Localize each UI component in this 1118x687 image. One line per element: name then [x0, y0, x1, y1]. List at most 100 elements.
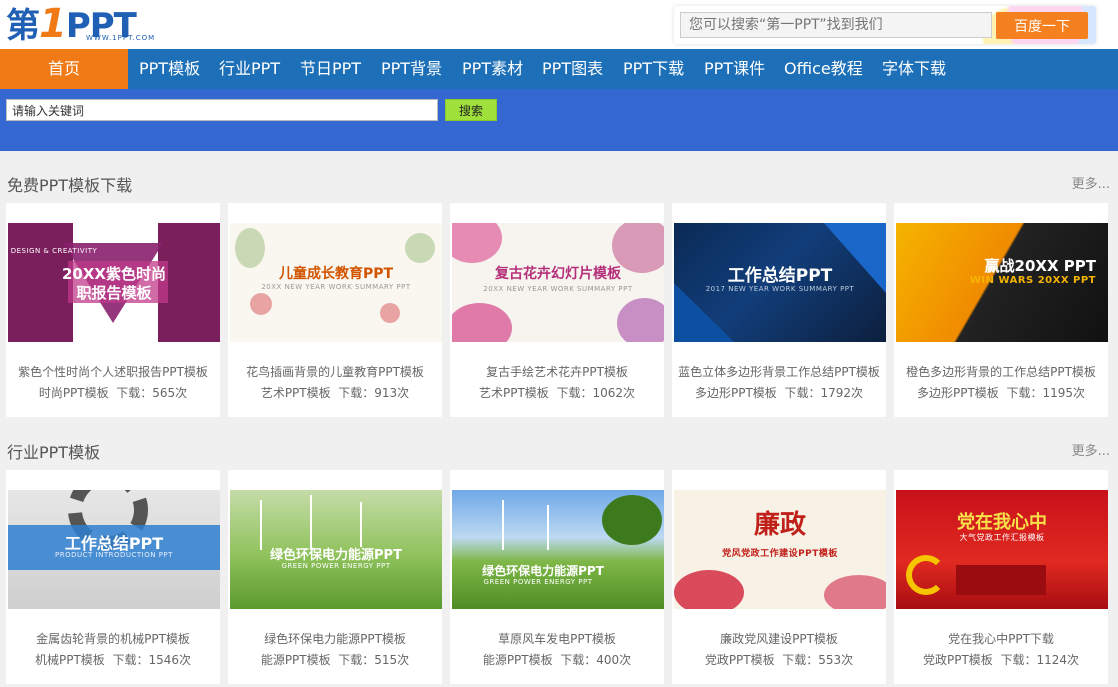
template-card[interactable]: 绿色环保电力能源PPT GREEN POWER ENERGY PPT 草原风车发… [450, 470, 664, 684]
thumb-title: 绿色环保电力能源PPT [482, 564, 604, 578]
card-title[interactable]: 金属齿轮背景的机械PPT模板 [6, 630, 220, 647]
keyword-search-button[interactable]: 搜索 [445, 99, 497, 121]
template-card[interactable]: 儿童成长教育PPT 20XX NEW YEAR WORK SUMMARY PPT… [228, 203, 442, 417]
main-nav: 首页 PPT模板 行业PPT 节日PPT PPT背景 PPT素材 PPT图表 P… [0, 49, 1118, 89]
card-title[interactable]: 党在我心中PPT下载 [894, 630, 1108, 647]
nav-item-font-download[interactable]: 字体下载 [882, 49, 946, 89]
template-card[interactable]: 党在我心中 大气党政工作汇报模板 党在我心中PPT下载 党政PPT模板 下载：1… [894, 470, 1108, 684]
template-card[interactable]: 廉政 党风党政工作建设PPT模板 廉政党风建设PPT模板 党政PPT模板 下载：… [672, 470, 886, 684]
keyword-input[interactable] [6, 99, 438, 121]
template-thumbnail[interactable]: DESIGN & CREATIVITY 20XX紫色时尚 职报告模板 [8, 223, 220, 342]
download-label: 下载： [338, 386, 375, 400]
card-category[interactable]: 能源PPT模板 [261, 653, 331, 667]
card-meta: 艺术PPT模板 下载：1062次 [450, 384, 664, 401]
section-title-industry-templates: 行业PPT模板 [7, 443, 101, 462]
card-category[interactable]: 党政PPT模板 [705, 653, 775, 667]
card-meta: 艺术PPT模板 下载：913次 [228, 384, 442, 401]
thumb-title: 绿色环保电力能源PPT [270, 548, 402, 563]
template-thumbnail[interactable]: 工作总结PPT PRODUCT INTRODUCTION PPT [8, 490, 220, 609]
thumb-caption: 20XX NEW YEAR WORK SUMMARY PPT [261, 283, 411, 291]
nav-item-ppt-download[interactable]: PPT下载 [623, 49, 684, 89]
card-title[interactable]: 花鸟插画背景的儿童教育PPT模板 [228, 363, 442, 380]
template-thumbnail[interactable]: 党在我心中 大气党政工作汇报模板 [896, 490, 1108, 609]
nav-item-office-tutorials[interactable]: Office教程 [784, 49, 863, 89]
card-category[interactable]: 时尚PPT模板 [39, 386, 109, 400]
nav-item-ppt-templates[interactable]: PPT模板 [139, 49, 200, 89]
template-thumbnail[interactable]: 儿童成长教育PPT 20XX NEW YEAR WORK SUMMARY PPT [230, 223, 442, 342]
download-count: 1062次 [592, 386, 635, 400]
template-thumbnail[interactable]: 廉政 党风党政工作建设PPT模板 [674, 490, 886, 609]
card-meta: 能源PPT模板 下载：400次 [450, 651, 664, 668]
download-count: 913次 [374, 386, 410, 400]
nav-item-ppt-courseware[interactable]: PPT课件 [704, 49, 765, 89]
thumb-title: 复古花卉幻灯片模板 [495, 266, 621, 282]
template-card[interactable]: 赢战20XX PPT WIN WARS 20XX PPT 橙色多边形背景的工作总… [894, 203, 1108, 417]
thumb-title: 赢战20XX PPT [984, 257, 1096, 275]
card-title[interactable]: 蓝色立体多边形背景工作总结PPT模板 [672, 363, 886, 380]
template-card[interactable]: 工作总结PPT 2017 NEW YEAR WORK SUMMARY PPT 蓝… [672, 203, 886, 417]
download-label: 下载： [112, 653, 149, 667]
download-count: 515次 [374, 653, 410, 667]
card-category[interactable]: 多边形PPT模板 [917, 386, 999, 400]
download-count: 1546次 [148, 653, 191, 667]
template-thumbnail[interactable]: 绿色环保电力能源PPT GREEN POWER ENERGY PPT [230, 490, 442, 609]
baidu-search-input[interactable] [680, 12, 992, 38]
section-title-free-templates: 免费PPT模板下载 [7, 176, 133, 195]
download-count: 1792次 [820, 386, 863, 400]
download-label: 下载： [1006, 386, 1043, 400]
thumb-title: 党在我心中 [957, 512, 1047, 533]
thumb-caption: 大气党政工作汇报模板 [959, 533, 1045, 542]
template-thumbnail[interactable]: 复古花卉幻灯片模板 20XX NEW YEAR WORK SUMMARY PPT [452, 223, 664, 342]
template-card[interactable]: 绿色环保电力能源PPT GREEN POWER ENERGY PPT 绿色环保电… [228, 470, 442, 684]
thumb-title: 儿童成长教育PPT [278, 266, 394, 282]
card-meta: 机械PPT模板 下载：1546次 [6, 651, 220, 668]
card-category[interactable]: 机械PPT模板 [35, 653, 105, 667]
card-title[interactable]: 橙色多边形背景的工作总结PPT模板 [894, 363, 1108, 380]
download-label: 下载： [784, 386, 821, 400]
nav-item-industry-ppt[interactable]: 行业PPT [219, 49, 280, 89]
template-card[interactable]: 工作总结PPT PRODUCT INTRODUCTION PPT 金属齿轮背景的… [6, 470, 220, 684]
download-count: 553次 [818, 653, 854, 667]
card-title[interactable]: 草原风车发电PPT模板 [450, 630, 664, 647]
nav-item-ppt-charts[interactable]: PPT图表 [542, 49, 603, 89]
nav-item-holiday-ppt[interactable]: 节日PPT [300, 49, 361, 89]
nav-item-home[interactable]: 首页 [0, 49, 128, 89]
thumb-caption: 20XX NEW YEAR WORK SUMMARY PPT [483, 285, 633, 293]
card-title[interactable]: 紫色个性时尚个人述职报告PPT模板 [6, 363, 220, 380]
site-header: 第1PPT WWW.1PPT.COM 百度一下 [0, 0, 1118, 49]
thumb-title: 20XX紫色时尚 职报告模板 [61, 265, 166, 302]
nav-item-ppt-backgrounds[interactable]: PPT背景 [381, 49, 442, 89]
card-category[interactable]: 党政PPT模板 [923, 653, 993, 667]
thumb-caption: DESIGN & CREATIVITY [10, 247, 98, 255]
nav-item-ppt-materials[interactable]: PPT素材 [462, 49, 523, 89]
section-more-link[interactable]: 更多... [1072, 440, 1110, 459]
keyword-search-bar: 搜索 [0, 89, 1118, 151]
thumb-caption: PRODUCT INTRODUCTION PPT [55, 551, 173, 559]
thumb-caption: GREEN POWER ENERGY PPT [281, 562, 391, 570]
card-title[interactable]: 廉政党风建设PPT模板 [672, 630, 886, 647]
download-label: 下载： [782, 653, 819, 667]
baidu-search-box: 百度一下 [674, 6, 1096, 44]
site-logo[interactable]: 第1PPT WWW.1PPT.COM [6, 4, 176, 46]
card-title[interactable]: 复古手绘艺术花卉PPT模板 [450, 363, 664, 380]
card-meta: 时尚PPT模板 下载：565次 [6, 384, 220, 401]
card-category[interactable]: 艺术PPT模板 [479, 386, 549, 400]
card-title[interactable]: 绿色环保电力能源PPT模板 [228, 630, 442, 647]
thumb-title: 工作总结PPT [727, 266, 833, 286]
baidu-search-button[interactable]: 百度一下 [996, 12, 1088, 39]
section-more-link[interactable]: 更多... [1072, 173, 1110, 192]
template-thumbnail[interactable]: 赢战20XX PPT WIN WARS 20XX PPT [896, 223, 1108, 342]
template-thumbnail[interactable]: 工作总结PPT 2017 NEW YEAR WORK SUMMARY PPT [674, 223, 886, 342]
thumb-caption: 党风党政工作建设PPT模板 [722, 549, 838, 559]
template-card[interactable]: 复古花卉幻灯片模板 20XX NEW YEAR WORK SUMMARY PPT… [450, 203, 664, 417]
card-category[interactable]: 艺术PPT模板 [261, 386, 331, 400]
thumb-caption: GREEN POWER ENERGY PPT [483, 578, 593, 586]
template-card[interactable]: DESIGN & CREATIVITY 20XX紫色时尚 职报告模板 紫色个性时… [6, 203, 220, 417]
card-category[interactable]: 多边形PPT模板 [695, 386, 777, 400]
card-category[interactable]: 能源PPT模板 [483, 653, 553, 667]
template-thumbnail[interactable]: 绿色环保电力能源PPT GREEN POWER ENERGY PPT [452, 490, 664, 609]
download-count: 1124次 [1036, 653, 1079, 667]
logo-url: WWW.1PPT.COM [86, 34, 156, 42]
download-label: 下载： [1000, 653, 1037, 667]
download-label: 下载： [338, 653, 375, 667]
